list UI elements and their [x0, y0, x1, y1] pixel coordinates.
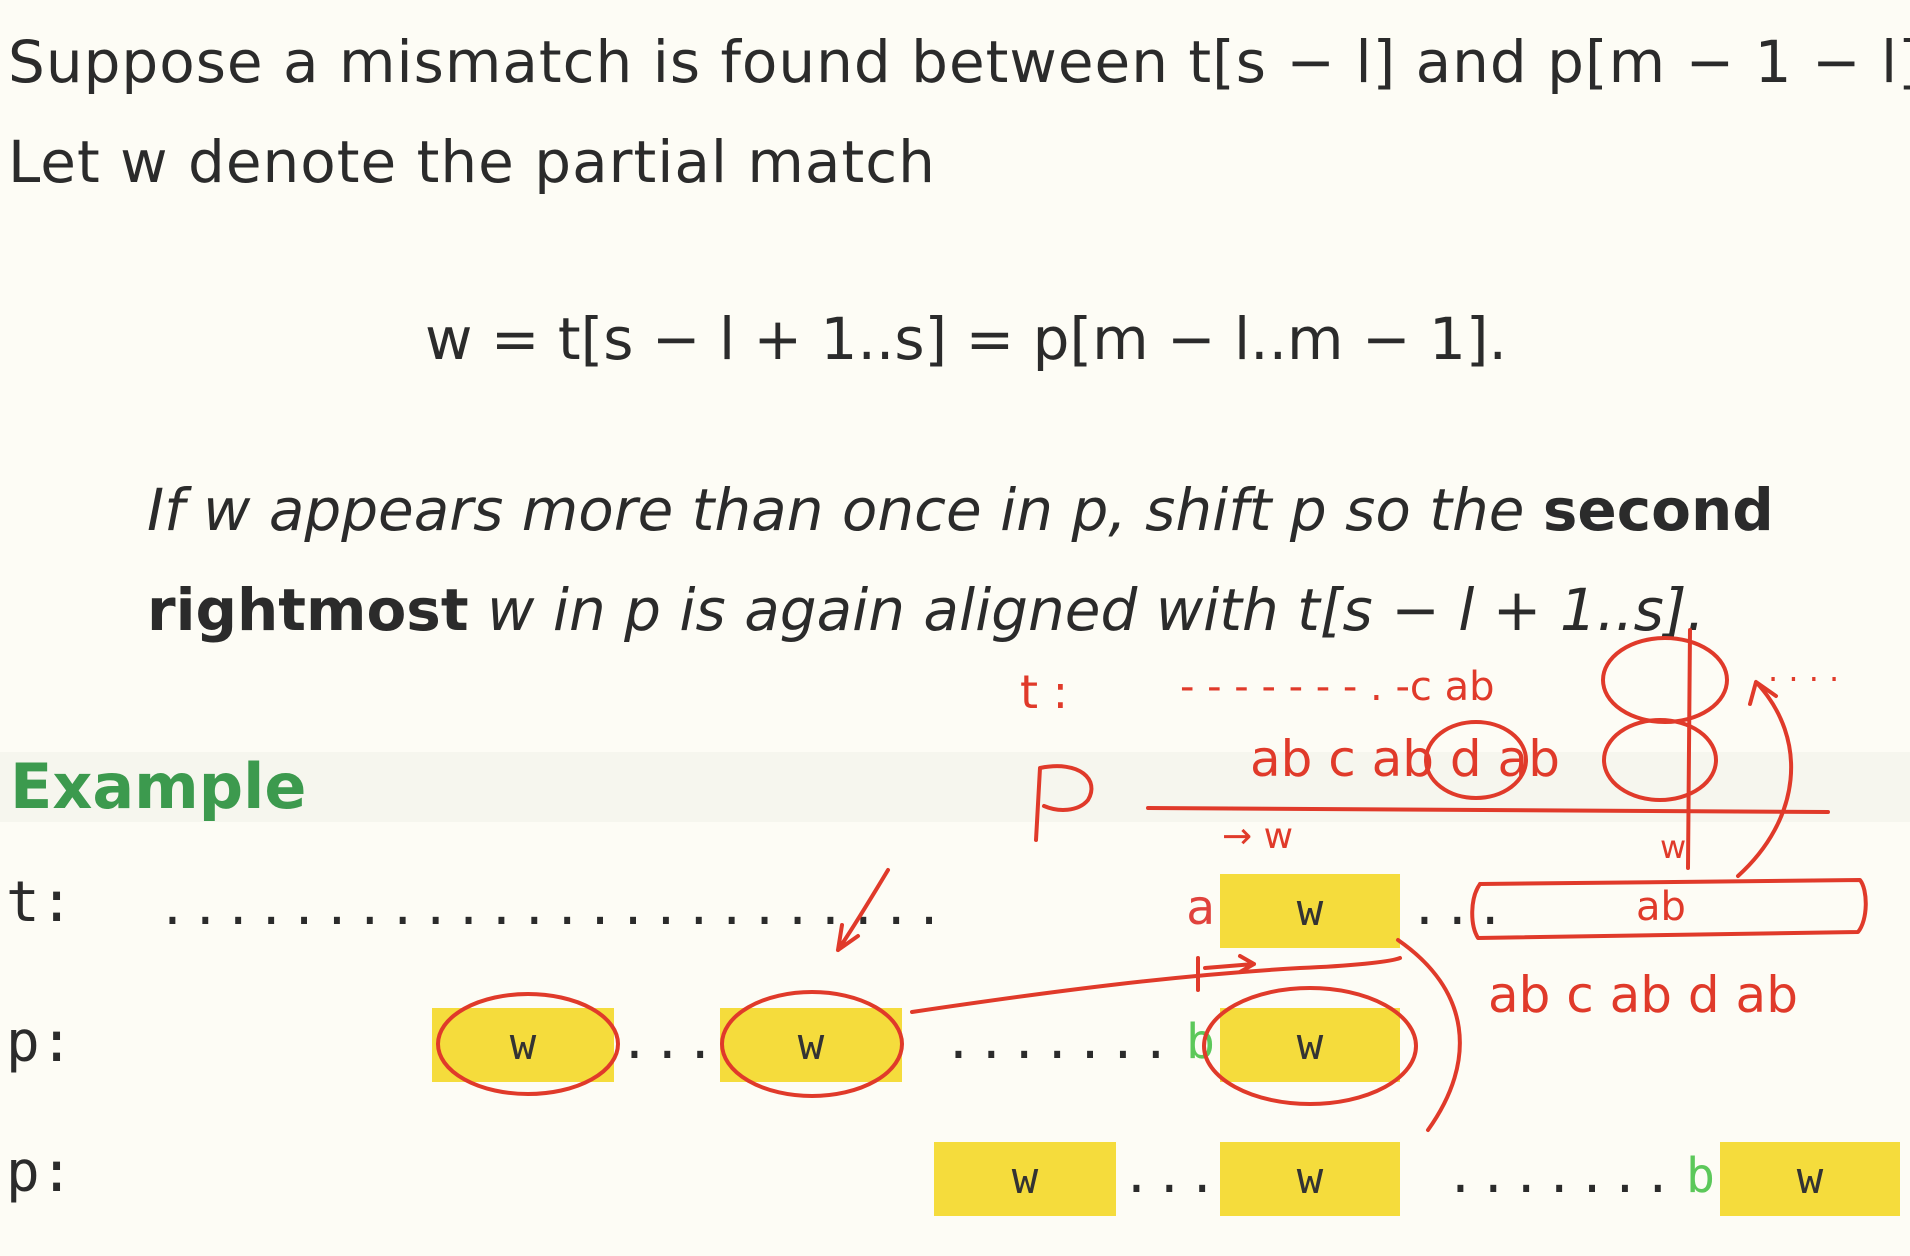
ann-p-seq: ab c ab d ab — [1250, 730, 1560, 788]
ann-dots-tail: · · · · — [1768, 660, 1839, 698]
circle-p-ab-2 — [1602, 718, 1718, 802]
handwritten-annotations: t : - - - - - - - . -c ab ab c ab d ab →… — [436, 628, 1868, 1132]
circle-p1-w2 — [720, 990, 904, 1098]
annotation-underline — [1146, 806, 1830, 814]
circle-p1-w1 — [436, 992, 620, 1096]
circle-p1-w3 — [1202, 986, 1418, 1106]
pointer-arrow — [836, 868, 890, 952]
circle-t-ab — [1601, 636, 1729, 724]
ann-t-seq: - - - - - - - . -c ab — [1180, 664, 1495, 710]
ann-box-text: ab — [1636, 884, 1686, 930]
ann-t-label: t : — [1020, 665, 1068, 719]
ann-seq2: ab c ab d ab — [1488, 966, 1798, 1024]
right-bracket — [1396, 938, 1462, 1132]
loop-arrow — [1736, 680, 1794, 878]
annotation-vertical — [1686, 628, 1692, 870]
p-glyph — [1034, 764, 1094, 842]
connector-arrow — [910, 956, 1402, 1014]
ann-w-label: w — [1660, 828, 1686, 866]
ann-shift-label: → w — [1222, 816, 1293, 857]
